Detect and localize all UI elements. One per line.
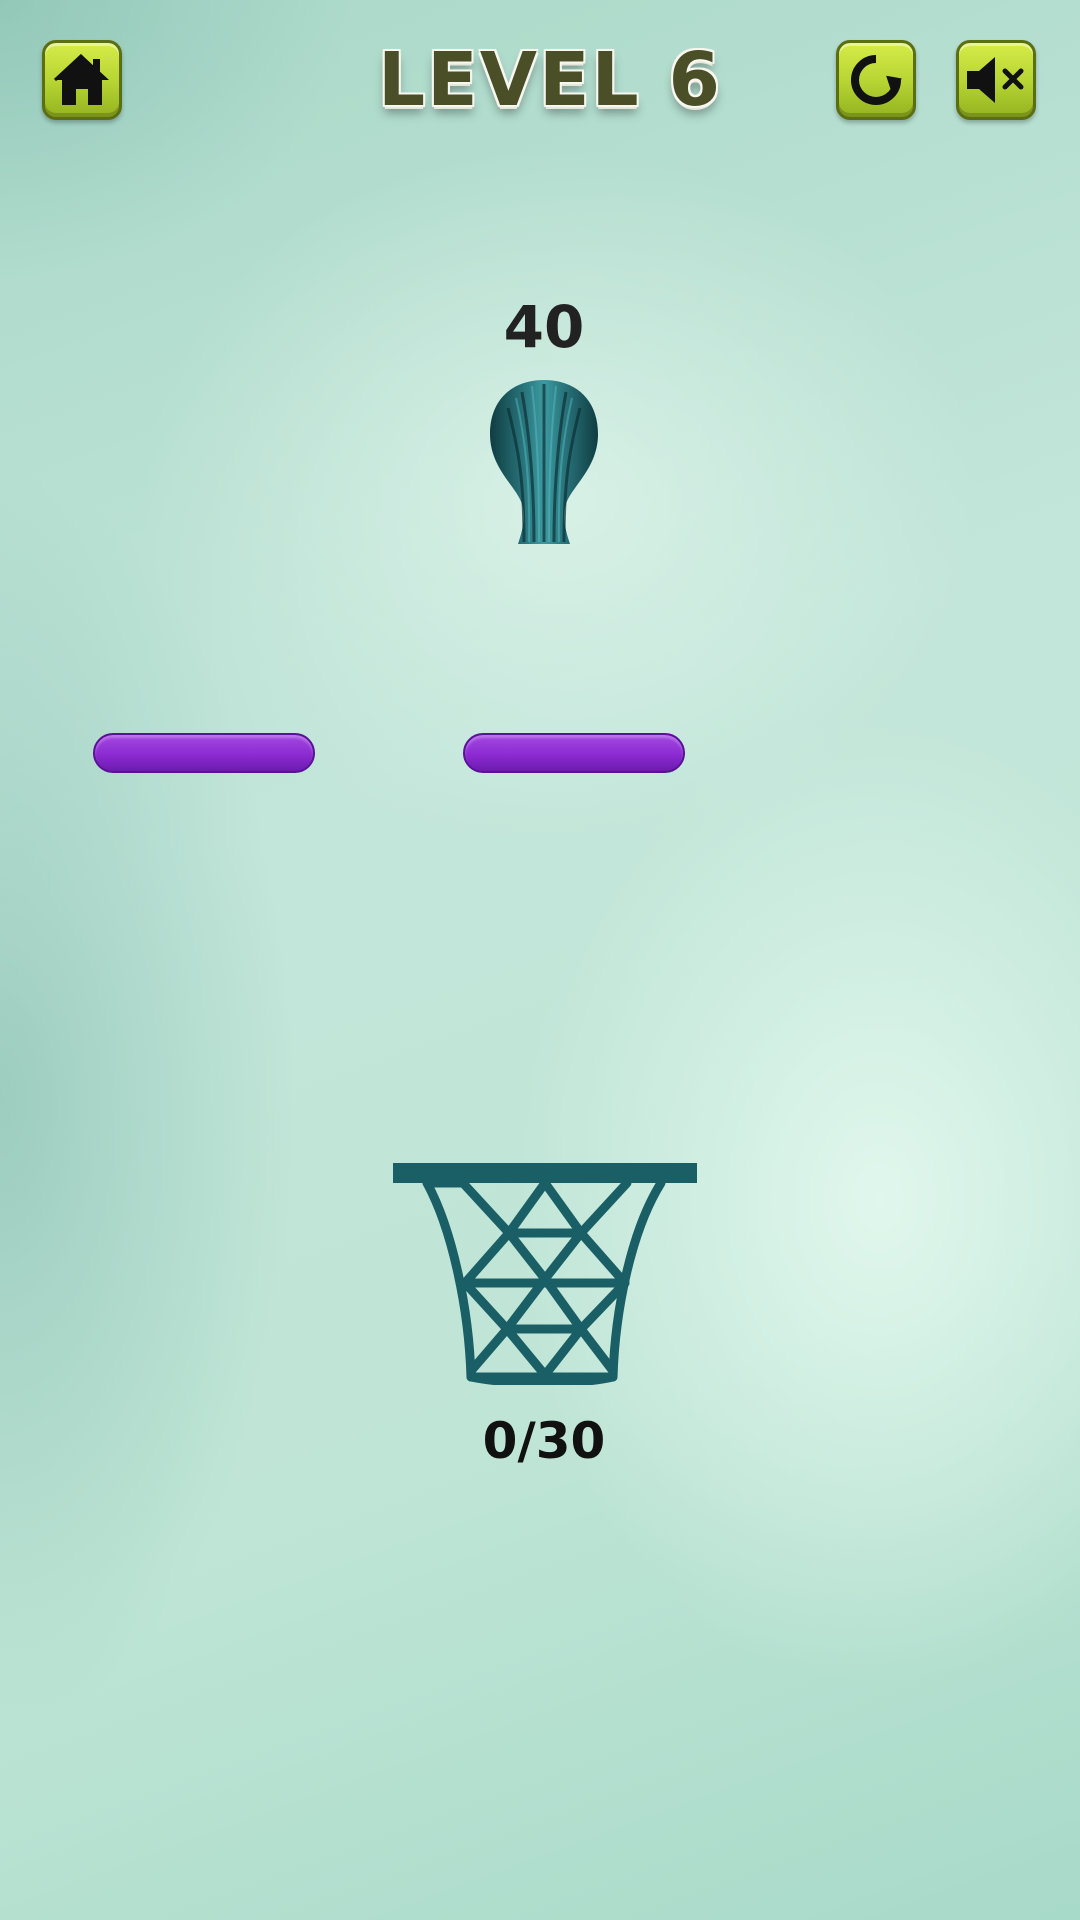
restart-button[interactable] <box>836 40 916 120</box>
home-icon <box>53 53 109 105</box>
basketball-hoop-icon <box>391 1161 699 1389</box>
speaker-muted-icon <box>967 57 1024 103</box>
mute-button[interactable] <box>956 40 1036 120</box>
shuttlecock-icon[interactable] <box>488 378 600 550</box>
shots-counter: 0/30 <box>482 1412 606 1470</box>
platform-left <box>93 733 315 773</box>
platform-right <box>463 733 685 773</box>
home-button[interactable] <box>42 40 122 120</box>
level-title: LEVEL 6 <box>378 37 722 123</box>
restart-icon <box>851 55 902 105</box>
score-value: 40 <box>503 293 585 361</box>
